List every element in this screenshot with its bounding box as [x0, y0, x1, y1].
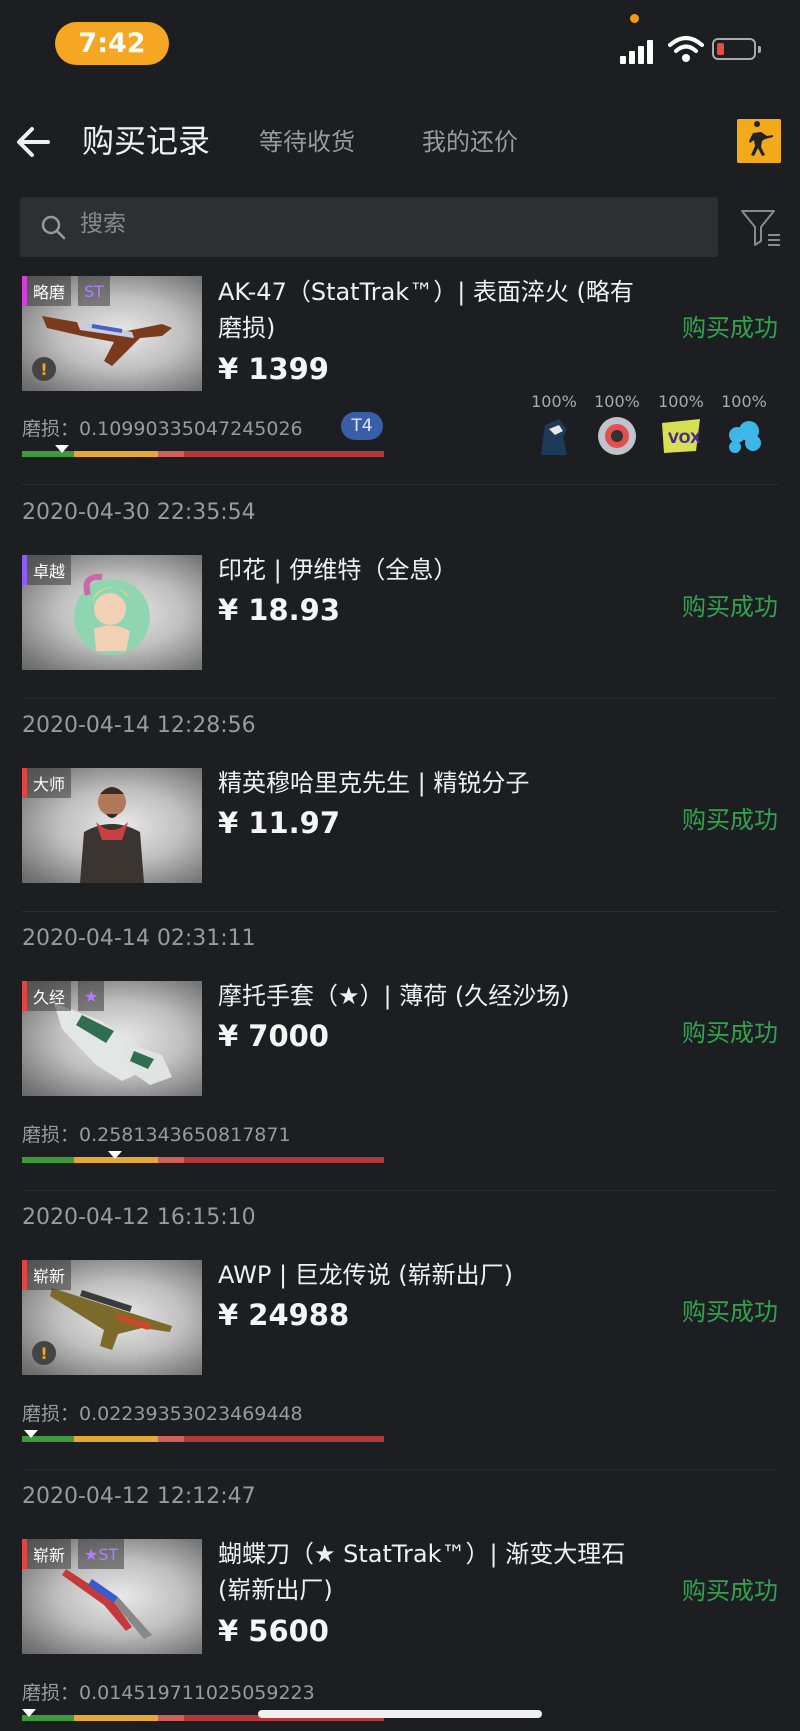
quality-color-bar [22, 1260, 27, 1290]
sticker-wear: 100% [721, 392, 767, 411]
wear-marker [108, 1151, 122, 1159]
wear-marker [55, 445, 69, 453]
quality-color-bar [22, 555, 27, 585]
team-liquid-horse-icon [541, 419, 567, 455]
item-name: 蝴蝶刀（★ StatTrak™）| 渐变大理石 (崭新出厂) [218, 1540, 626, 1604]
quality-tag: 崭新 [22, 1260, 72, 1290]
wear-value: 磨损：0.02239353023469448 [22, 1403, 303, 1425]
wear-bar [22, 451, 384, 457]
star-tag: ★ [78, 981, 105, 1011]
wear-bar [22, 1436, 384, 1442]
back-arrow-icon[interactable] [14, 122, 54, 162]
item-name: 摩托手套（★）| 薄荷 (久经沙场) [218, 982, 570, 1010]
wear-marker [24, 1430, 38, 1438]
star-stattrak-tag: ★ST [78, 1539, 125, 1569]
item-price: ¥ 5600 [218, 1614, 329, 1648]
quality-tag-label: 崭新 [33, 1546, 66, 1565]
divider [22, 911, 778, 912]
purchase-status: 购买成功 [682, 1019, 778, 1047]
item-image: 久经 ★ [22, 981, 202, 1096]
item-name: 精英穆哈里克先生 | 精锐分子 [218, 769, 530, 797]
cellular-signal-icon [620, 38, 660, 64]
item-price: ¥ 1399 [218, 352, 329, 386]
quality-tag: 久经 [22, 981, 72, 1011]
sticker-slot[interactable]: 100% [720, 392, 768, 461]
item-name: AWP | 巨龙传说 (崭新出厂) [218, 1261, 514, 1289]
purchase-date: 2020-04-12 12:12:47 [22, 1484, 256, 1509]
vox-sticker-icon: VOX [662, 419, 701, 453]
csgo-game-icon[interactable] [737, 119, 781, 163]
quality-tag-label: 大师 [33, 775, 66, 794]
search-icon [41, 215, 66, 240]
tab-my-offers[interactable]: 我的还价 [422, 122, 518, 157]
battery-icon [712, 38, 761, 60]
item-name: 印花 | 伊维特（全息） [218, 556, 458, 584]
item-price: ¥ 7000 [218, 1019, 329, 1053]
item-image: 崭新 ! [22, 1260, 202, 1375]
wear-marker [22, 1709, 36, 1717]
quality-tag: 略磨 [22, 276, 72, 306]
wear-value: 磨损：0.014519711025059223 [22, 1682, 315, 1704]
warning-icon[interactable]: ! [32, 357, 56, 381]
svg-text:VOX: VOX [668, 431, 701, 447]
purchase-status: 购买成功 [682, 593, 778, 621]
top-nav: 购买记录 等待收货 我的还价 [0, 110, 800, 180]
purchase-status: 购买成功 [682, 314, 778, 342]
sticker-slot[interactable]: 100% [530, 392, 578, 461]
quality-color-bar [22, 768, 27, 798]
divider [22, 484, 778, 485]
divider [22, 698, 778, 699]
wifi-icon [668, 36, 704, 62]
sticker-wear: 100% [658, 392, 704, 411]
item-price: ¥ 18.93 [218, 593, 341, 627]
quality-color-bar [22, 981, 27, 1011]
wear-value: 磨损：0.2581343650817871 [22, 1124, 291, 1146]
purchase-date: 2020-04-12 16:15:10 [22, 1205, 256, 1230]
purchase-date: 2020-04-30 22:35:54 [22, 500, 256, 525]
purchase-date: 2020-04-14 02:31:11 [22, 926, 256, 951]
item-image: 卓越 [22, 555, 202, 670]
purchase-date: 2020-04-14 12:28:56 [22, 713, 256, 738]
item-image: 崭新 ★ST [22, 1539, 202, 1654]
stattrak-tag: ST [78, 276, 110, 306]
divider [22, 1190, 778, 1191]
sticker-wear: 100% [594, 392, 640, 411]
sticker-slot[interactable]: 100% [593, 392, 641, 461]
divider [22, 1469, 778, 1470]
item-name: AK-47（StatTrak™）| 表面淬火 (略有磨损) [218, 278, 634, 342]
item-price: ¥ 11.97 [218, 806, 341, 840]
sticker-slot[interactable]: 100% VOX [657, 392, 705, 461]
round-sticker-icon [598, 417, 636, 455]
item-image: 大师 [22, 768, 202, 883]
search-bar [20, 197, 718, 257]
wear-value: 磨损：0.10990335047245026 [22, 418, 303, 440]
search-input[interactable] [78, 210, 682, 238]
wear-bar [22, 1157, 384, 1163]
tier-badge: T4 [341, 412, 383, 440]
status-time: 7:42 [55, 22, 169, 65]
quality-tag-label: 崭新 [33, 1267, 66, 1286]
cloud9-sticker-icon [729, 421, 761, 453]
item-image: 略磨 ST ! [22, 276, 202, 391]
quality-color-bar [22, 1539, 27, 1569]
privacy-dot [630, 14, 639, 23]
home-indicator[interactable] [258, 1710, 542, 1718]
quality-tag: 卓越 [22, 555, 72, 585]
filter-icon[interactable] [738, 206, 782, 250]
status-bar: 7:42 [0, 0, 800, 90]
quality-tag: 大师 [22, 768, 72, 798]
quality-tag-label: 久经 [33, 988, 66, 1007]
warning-icon[interactable]: ! [32, 1341, 56, 1365]
purchase-status: 购买成功 [682, 806, 778, 834]
tab-purchase-records[interactable]: 购买记录 [82, 116, 210, 162]
sticker-wear: 100% [531, 392, 577, 411]
tab-awaiting-delivery[interactable]: 等待收货 [259, 122, 355, 157]
purchase-status: 购买成功 [682, 1298, 778, 1326]
quality-color-bar [22, 276, 27, 306]
item-price: ¥ 24988 [218, 1298, 350, 1332]
purchase-status: 购买成功 [682, 1577, 778, 1605]
quality-tag-label: 卓越 [33, 562, 66, 581]
quality-tag: 崭新 [22, 1539, 72, 1569]
quality-tag-label: 略磨 [33, 283, 66, 302]
